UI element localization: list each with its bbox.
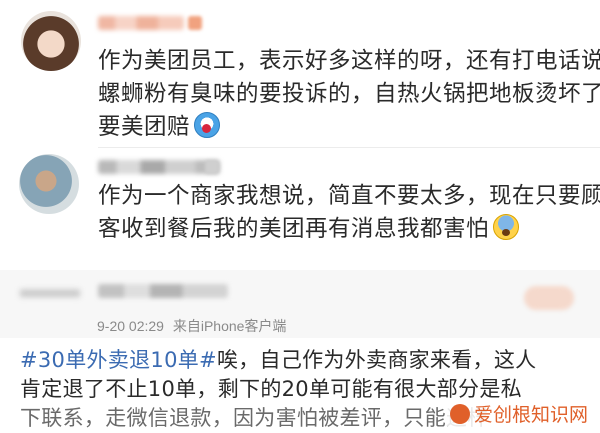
post-meta: 9-20 02:29 来自iPhone客户端 xyxy=(97,316,286,336)
comment-line: 要美团赔 xyxy=(98,114,191,140)
watermark-logo-icon xyxy=(449,404,470,424)
comment-text: 作为美团员工，表示好多这样的呀，还有打电话说 螺蛳粉有臭味的要投诉的，自热火锅把… xyxy=(98,45,600,144)
comment-line: 螺蛳粉有臭味的要投诉的，自热火锅把地板烫坏了 xyxy=(98,81,600,107)
comment-line: 客收到餐后我的美团再有消息我都害怕 xyxy=(98,216,490,242)
post-line: 唉，自己作为外卖商家来看，这人 xyxy=(216,348,537,372)
timestamp: 9-20 02:29 xyxy=(97,318,164,334)
comment-line: 作为一个商家我想说，简直不要太多，现在只要顾 xyxy=(98,183,600,209)
badge-icon xyxy=(205,160,219,174)
divider xyxy=(98,147,600,148)
username-blurred[interactable] xyxy=(98,16,184,30)
fearful-face-icon xyxy=(493,214,520,240)
username-blurred[interactable] xyxy=(98,160,220,174)
hashtag-link[interactable]: #30单外卖退10单# xyxy=(20,348,217,372)
watermark-text: 爱创根知识网 xyxy=(473,405,588,426)
badge-icon xyxy=(188,16,202,30)
avatar[interactable] xyxy=(21,11,81,71)
post-source[interactable]: 来自iPhone客户端 xyxy=(173,318,287,334)
watermark: 爱创根知识网 xyxy=(445,400,592,427)
follow-button[interactable] xyxy=(524,286,574,310)
comment-text: 作为一个商家我想说，简直不要太多，现在只要顾 客收到餐后我的美团再有消息我都害怕 xyxy=(98,180,600,246)
username-blurred[interactable] xyxy=(98,284,228,298)
avatar[interactable] xyxy=(20,276,80,314)
comment-line: 作为美团员工，表示好多这样的呀，还有打电话说 xyxy=(98,48,600,74)
post-header xyxy=(0,270,600,338)
avatar[interactable] xyxy=(19,154,79,214)
shouting-face-icon xyxy=(194,112,221,138)
